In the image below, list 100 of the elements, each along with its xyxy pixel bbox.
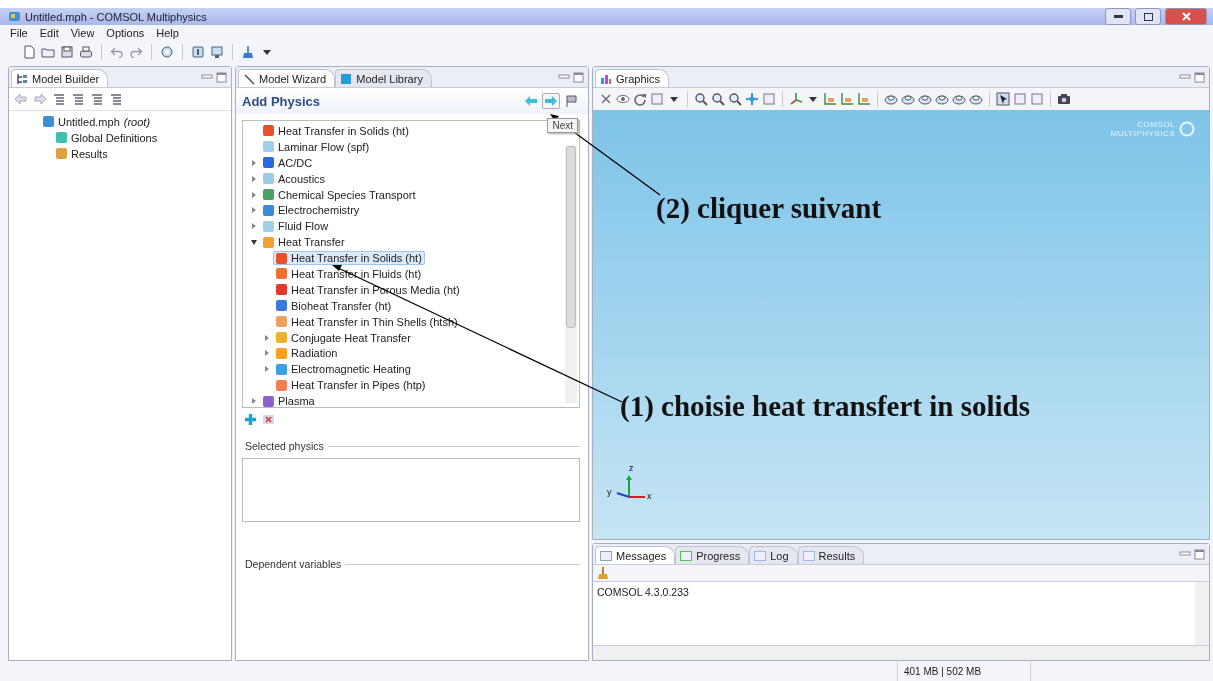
panel-tab[interactable]: Model Builder bbox=[11, 69, 109, 87]
plus-icon[interactable] bbox=[244, 412, 257, 426]
maximize-icon[interactable] bbox=[216, 71, 227, 83]
panel-tab[interactable]: Results bbox=[797, 546, 865, 564]
minimize-icon[interactable] bbox=[558, 72, 570, 82]
logo: COMSOL MULTIPHYSICS bbox=[1110, 120, 1195, 138]
minimize-button[interactable] bbox=[1105, 8, 1131, 25]
finish-flag-icon[interactable] bbox=[564, 94, 578, 108]
tree-item[interactable]: Plasma bbox=[260, 394, 318, 407]
tree-item[interactable]: Bioheat Transfer (ht) bbox=[273, 298, 395, 313]
tree-item[interactable]: Electrochemistry bbox=[260, 203, 363, 218]
forward-arrow-icon[interactable] bbox=[33, 92, 47, 106]
camera-icon[interactable] bbox=[1057, 92, 1071, 106]
cross-icon[interactable] bbox=[599, 92, 613, 106]
chart-icon bbox=[600, 72, 612, 85]
maximize-icon[interactable] bbox=[1194, 548, 1205, 560]
square-icon[interactable] bbox=[762, 92, 776, 106]
panel-tab[interactable]: Model Wizard bbox=[238, 69, 336, 87]
menu-item[interactable]: Edit bbox=[39, 26, 59, 39]
menu-item[interactable]: View bbox=[70, 26, 95, 39]
cube-icon[interactable] bbox=[952, 92, 966, 106]
annotation-text: (2) cliquer suivant bbox=[656, 192, 882, 225]
selected-physics-list[interactable] bbox=[242, 458, 580, 522]
tree-item[interactable]: Acoustics bbox=[260, 171, 329, 186]
brush-icon[interactable] bbox=[241, 45, 255, 59]
list-icon[interactable] bbox=[71, 92, 85, 106]
window-icon[interactable] bbox=[210, 45, 224, 59]
cube-icon[interactable] bbox=[901, 92, 915, 106]
minimize-icon[interactable] bbox=[1179, 72, 1191, 82]
tree-item[interactable]: Fluid Flow bbox=[260, 219, 332, 234]
minimize-icon[interactable] bbox=[201, 72, 213, 82]
tree-item[interactable]: Heat Transfer bbox=[260, 235, 348, 250]
open-folder-icon[interactable] bbox=[41, 45, 55, 59]
tree-item[interactable]: Conjugate Heat Transfer bbox=[273, 330, 414, 345]
new-file-icon[interactable] bbox=[22, 45, 36, 59]
panel-tab[interactable]: Graphics bbox=[595, 69, 670, 87]
redo-icon[interactable] bbox=[129, 45, 143, 59]
list-icon[interactable] bbox=[90, 92, 104, 106]
cube-icon[interactable] bbox=[935, 92, 949, 106]
move-icon[interactable] bbox=[745, 92, 759, 106]
section-label: Dependent variables bbox=[244, 558, 342, 570]
wand-icon bbox=[243, 72, 255, 85]
tree-item[interactable]: AC/DC bbox=[260, 155, 316, 170]
panel-tab[interactable]: Log bbox=[749, 546, 798, 564]
minimize-icon[interactable] bbox=[1179, 549, 1191, 559]
cube-icon[interactable] bbox=[918, 92, 932, 106]
next-button[interactable] bbox=[542, 93, 560, 109]
maximize-icon[interactable] bbox=[573, 71, 584, 83]
expander-icon[interactable] bbox=[250, 239, 257, 245]
scrollbar[interactable] bbox=[1195, 582, 1209, 645]
list-icon[interactable] bbox=[52, 92, 66, 106]
menu-item[interactable]: File bbox=[10, 26, 28, 39]
menu-item[interactable]: Options bbox=[106, 26, 145, 39]
axis-label: y bbox=[607, 487, 612, 497]
tree-item[interactable]: Results bbox=[53, 146, 111, 161]
pointer-icon[interactable] bbox=[996, 92, 1010, 106]
save-icon[interactable] bbox=[60, 45, 74, 59]
chart-icon[interactable] bbox=[857, 92, 871, 106]
page-heading: Add Physics bbox=[242, 93, 321, 109]
cube-icon[interactable] bbox=[969, 92, 983, 106]
tree-item[interactable]: Radiation bbox=[273, 346, 341, 361]
eye-icon[interactable] bbox=[616, 92, 630, 106]
panel-tab[interactable]: Model Library bbox=[335, 69, 432, 87]
menu-item[interactable]: Help bbox=[156, 26, 179, 39]
tree-item[interactable]: Laminar Flow (spf) bbox=[260, 139, 373, 154]
chart-icon[interactable] bbox=[840, 92, 854, 106]
maximize-icon[interactable] bbox=[1194, 71, 1205, 83]
tree-item[interactable]: Global Definitions bbox=[53, 130, 161, 145]
tooltip: Next bbox=[547, 118, 578, 133]
scrollbar[interactable] bbox=[565, 145, 577, 403]
axes-icon[interactable] bbox=[789, 92, 803, 106]
undo-icon[interactable] bbox=[110, 45, 124, 59]
section-label: Selected physics bbox=[244, 440, 324, 452]
tree-item[interactable]: Untitled.mph (root) bbox=[40, 114, 154, 129]
panel-tab[interactable]: Messages bbox=[595, 546, 676, 564]
panel-tab[interactable]: Progress bbox=[675, 546, 750, 564]
square-icon[interactable] bbox=[1030, 92, 1044, 106]
tree-item[interactable]: Electromagnetic Heating bbox=[273, 362, 414, 377]
remove-icon[interactable] bbox=[262, 412, 275, 426]
back-arrow-icon[interactable] bbox=[14, 92, 28, 106]
maximize-button[interactable] bbox=[1135, 8, 1161, 25]
tab-icon bbox=[680, 550, 693, 561]
printer-icon[interactable] bbox=[79, 45, 93, 59]
zoom-icon[interactable] bbox=[694, 92, 708, 106]
tree-item[interactable]: Chemical Species Transport bbox=[260, 187, 419, 202]
app-icon bbox=[8, 11, 21, 22]
tab-icon bbox=[754, 550, 767, 561]
close-button[interactable] bbox=[1165, 8, 1207, 25]
rotate-icon[interactable] bbox=[633, 92, 647, 106]
tree-item[interactable]: Heat Transfer in Pipes (htp) bbox=[273, 378, 429, 393]
tree-item[interactable]: Heat Transfer in Solids (ht) bbox=[260, 123, 412, 138]
cube-icon[interactable] bbox=[884, 92, 898, 106]
brush-icon[interactable] bbox=[597, 566, 609, 580]
zoom-icon[interactable] bbox=[728, 92, 742, 106]
back-arrow-icon[interactable] bbox=[524, 95, 538, 107]
list-icon[interactable] bbox=[109, 92, 123, 106]
zoom-icon[interactable] bbox=[711, 92, 725, 106]
tree-item[interactable]: Heat Transfer in Solids (ht) bbox=[273, 251, 425, 266]
tab-icon bbox=[600, 550, 612, 561]
scrollbar[interactable] bbox=[593, 646, 1209, 660]
